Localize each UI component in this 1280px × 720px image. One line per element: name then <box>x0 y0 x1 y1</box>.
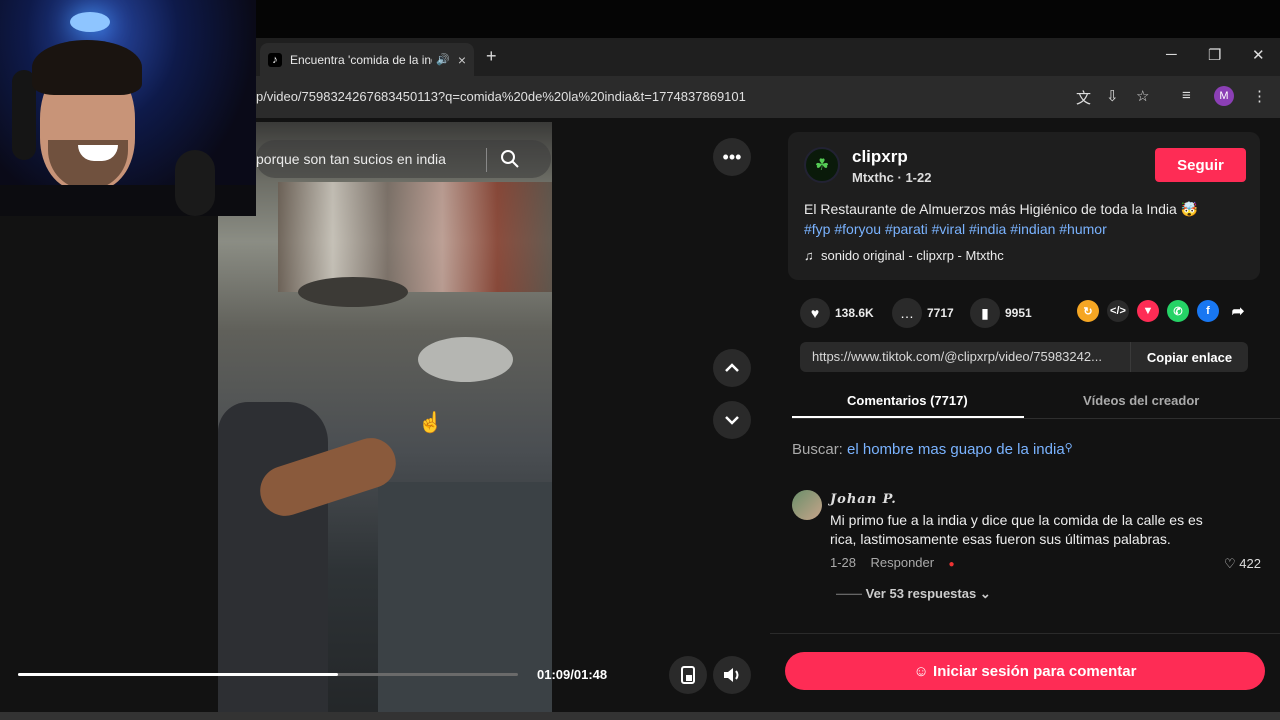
search-small-icon: ⚲ <box>1064 442 1073 454</box>
profile-avatar[interactable]: M <box>1214 86 1234 106</box>
like-stat[interactable]: ♥ 138.6K <box>800 298 874 328</box>
translate-icon[interactable]: 文 <box>1076 87 1091 108</box>
comment-meta: 1-28 Responder ● <box>830 555 955 570</box>
url-field[interactable]: p/video/7598324267683450113?q=comida%20d… <box>256 89 746 104</box>
new-tab-button[interactable]: + <box>486 46 497 67</box>
pip-button[interactable] <box>669 656 707 694</box>
more-menu-icon[interactable]: ⋮ <box>1252 87 1267 105</box>
pip-icon <box>681 666 695 684</box>
chat-bubble-icon: ☺ <box>913 662 934 680</box>
whatsapp-icon[interactable]: ✆ <box>1167 300 1189 322</box>
video-player[interactable] <box>218 122 552 720</box>
comment-author[interactable]: Johan P. <box>830 492 897 507</box>
tabs-divider <box>792 418 1280 419</box>
bookmark-star-icon[interactable]: ☆ <box>1136 87 1149 105</box>
send-icon[interactable]: ▼ <box>1137 300 1159 322</box>
comment-text: Mi primo fue a la india y dice que la co… <box>830 512 1203 547</box>
reply-button[interactable]: Responder <box>870 555 934 570</box>
restore-icon[interactable]: ❐ <box>1208 46 1221 64</box>
chevron-down-icon <box>725 416 739 425</box>
chevron-down-small-icon: ⌄ <box>976 586 991 601</box>
next-video-button[interactable] <box>713 401 751 439</box>
background-lamp <box>70 12 110 32</box>
active-tab-indicator <box>792 416 1024 418</box>
save-stat[interactable]: ▮ 9951 <box>970 298 1032 328</box>
heart-icon[interactable]: ♥ <box>800 298 830 328</box>
browser-tab[interactable]: ♪ Encuentra 'comida de la ind 🔊 × <box>260 43 474 76</box>
search-suggestion-prefix: Buscar: <box>792 441 843 458</box>
chevron-up-icon <box>725 363 739 372</box>
embed-icon[interactable]: </> <box>1107 300 1129 322</box>
video-progress-bar[interactable] <box>18 673 518 676</box>
sound-link[interactable]: ♫ sonido original - clipxrp - Mtxthc <box>804 248 1004 263</box>
more-options-button[interactable]: ••• <box>713 138 751 176</box>
volume-button[interactable] <box>713 656 751 694</box>
like-count: 138.6K <box>835 306 874 320</box>
heart-outline-icon: ♡ <box>1224 556 1240 571</box>
media-control-icon[interactable]: ≡ <box>1182 87 1191 104</box>
comment-avatar[interactable] <box>792 490 822 520</box>
share-arrow-icon[interactable]: ➦ <box>1227 300 1249 322</box>
video-counter <box>378 482 552 720</box>
tab-bar: ♪ Encuentra 'comida de la ind 🔊 × + ─ ❐ … <box>256 38 1280 76</box>
video-description: El Restaurante de Almuerzos más Higiénic… <box>804 201 1199 217</box>
streamer-shirt <box>0 185 256 216</box>
sound-label: sonido original - clipxrp - Mtxthc <box>820 248 1004 263</box>
screen: ♪ Encuentra 'comida de la ind 🔊 × + ─ ❐ … <box>0 0 1280 720</box>
copy-link-button[interactable]: Copiar enlace <box>1130 342 1248 372</box>
save-count: 9951 <box>1005 306 1032 320</box>
tiktok-icon: ♪ <box>268 52 282 67</box>
follow-button[interactable]: Seguir <box>1155 148 1246 182</box>
tab-creator-videos[interactable]: Vídeos del creador <box>1083 393 1199 408</box>
webcam-overlay <box>0 0 256 216</box>
login-divider <box>770 633 1280 634</box>
address-bar: p/video/7598324267683450113?q=comida%20d… <box>256 76 1280 118</box>
creator-subtitle: Mtxthc · 1-22 <box>852 170 932 185</box>
bookmark-icon[interactable]: ▮ <box>970 298 1000 328</box>
video-bowl <box>418 337 513 382</box>
repost-icon[interactable]: ↻ <box>1077 300 1099 322</box>
video-time: 01:09/01:48 <box>537 667 608 682</box>
view-replies-label: Ver 53 respuestas <box>865 586 977 601</box>
replies-dash: —— <box>836 586 866 601</box>
comment-date: 1-28 <box>830 555 857 570</box>
video-pan <box>298 277 408 307</box>
install-app-icon[interactable]: ⇩ <box>1106 87 1119 105</box>
close-window-icon[interactable]: ✕ <box>1252 46 1265 64</box>
tab-title: Encuentra 'comida de la ind <box>290 52 433 67</box>
creator-username[interactable]: clipxrp <box>852 147 908 167</box>
view-replies-button[interactable]: —— Ver 53 respuestas ⌄ <box>836 586 991 602</box>
mouse-cursor-icon: ☝ <box>418 412 443 434</box>
creator-avatar[interactable]: ☘ <box>804 147 840 183</box>
taskbar-strip <box>0 712 1280 720</box>
search-icon[interactable] <box>500 149 520 169</box>
microphone <box>175 150 215 216</box>
comment-like-button[interactable]: ♡ 422 <box>1224 556 1261 572</box>
facebook-icon[interactable]: f <box>1197 300 1219 322</box>
streamer-hair <box>32 40 142 95</box>
close-tab-icon[interactable]: × <box>458 52 466 68</box>
creator-liked-icon: ● <box>948 559 955 570</box>
video-progress-fill <box>18 673 338 676</box>
login-label: Iniciar sesión para comentar <box>933 662 1137 680</box>
video-search-text[interactable]: porque son tan sucios en india <box>256 151 446 167</box>
video-crowd <box>278 182 552 292</box>
speaker-icon[interactable]: 🔊 <box>436 53 450 66</box>
music-note-icon: ♫ <box>804 248 821 263</box>
video-hashtags[interactable]: #fyp #foryou #parati #viral #india #indi… <box>804 221 1107 237</box>
previous-video-button[interactable] <box>713 349 751 387</box>
comment-like-count: 422 <box>1239 556 1261 571</box>
comment-count: 7717 <box>927 306 954 320</box>
share-link[interactable]: https://www.tiktok.com/@clipxrp/video/75… <box>812 349 1102 364</box>
minimize-icon[interactable]: ─ <box>1166 46 1177 63</box>
volume-icon <box>724 668 739 682</box>
login-to-comment-button[interactable]: ☺ Iniciar sesión para comentar <box>785 652 1265 690</box>
comment-icon[interactable]: … <box>892 298 922 328</box>
comment-stat[interactable]: … 7717 <box>892 298 954 328</box>
tab-comments[interactable]: Comentarios (7717) <box>847 393 968 408</box>
search-divider <box>486 148 487 172</box>
search-suggestion-query[interactable]: el hombre mas guapo de la india <box>847 441 1065 458</box>
search-suggestion[interactable]: Buscar: el hombre mas guapo de la india⚲ <box>792 441 1073 458</box>
